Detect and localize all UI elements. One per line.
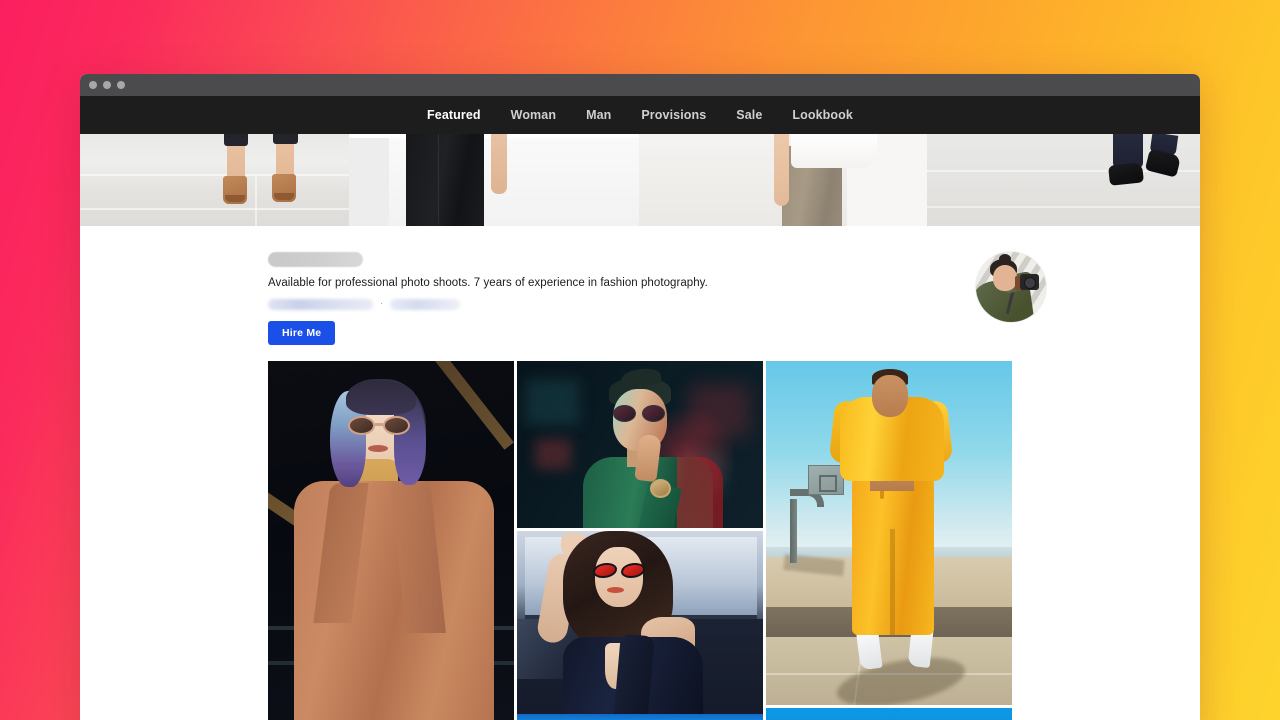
- hero-banner-strip: [80, 134, 1200, 226]
- hair-bangs: [346, 381, 416, 415]
- wristwatch-icon: [650, 479, 671, 498]
- pant-cuff-left: [224, 134, 248, 146]
- floor-line-b: [80, 208, 349, 210]
- red-sunglasses-icon: [593, 563, 645, 580]
- profile-meta-row: ·: [268, 298, 1012, 310]
- browser-window: Featured Woman Man Provisions Sale Lookb…: [80, 74, 1200, 720]
- browser-titlebar: [80, 74, 1200, 96]
- hero-image-1[interactable]: [80, 134, 349, 226]
- pant-cuff-right: [273, 134, 298, 144]
- gallery-column-1: [268, 361, 514, 720]
- sandal-right: [272, 174, 296, 202]
- lens-left: [613, 405, 636, 422]
- hero-1-background: [80, 134, 349, 226]
- bokeh-red-1: [535, 439, 571, 469]
- profile-website-link-redacted[interactable]: [268, 298, 373, 310]
- gallery-column-2: [517, 361, 763, 720]
- nav-item-woman[interactable]: Woman: [496, 96, 571, 134]
- hero-image-3[interactable]: [639, 134, 927, 226]
- gallery-photo-yellow-tracksuit[interactable]: [766, 361, 1012, 705]
- lens-right: [642, 405, 665, 422]
- hero-image-4[interactable]: [927, 134, 1200, 226]
- model-arm: [491, 134, 507, 194]
- profile-content: Available for professional photo shoots.…: [268, 252, 1046, 345]
- sunglasses-icon: [348, 416, 410, 435]
- window-minimize-dot[interactable]: [103, 81, 111, 89]
- avatar-head: [993, 265, 1017, 291]
- gallery-photo-red-sunglasses-woman[interactable]: [517, 531, 763, 720]
- gallery-photo-coat-woman[interactable]: [268, 361, 514, 720]
- floor-line-b: [927, 206, 1200, 208]
- floor-line-v: [255, 174, 257, 226]
- nav-item-featured[interactable]: Featured: [412, 96, 496, 134]
- gallery-photo-blue-banner[interactable]: [766, 708, 1012, 720]
- lens-left: [348, 416, 375, 435]
- nav-item-sale[interactable]: Sale: [721, 96, 777, 134]
- nav-item-lookbook[interactable]: Lookbook: [777, 96, 868, 134]
- nav-item-man[interactable]: Man: [571, 96, 626, 134]
- face: [872, 375, 908, 417]
- lens-right: [621, 563, 645, 578]
- profile-name-redacted: [268, 252, 363, 267]
- profile-section: Available for professional photo shoots.…: [80, 226, 1200, 361]
- gallery-photo-neon-man[interactable]: [517, 361, 763, 528]
- shirt-red-light: [677, 457, 723, 528]
- pants-inseam: [890, 529, 895, 635]
- lens-bridge: [375, 423, 383, 426]
- basketball-hoop-pole: [790, 499, 797, 563]
- page-background: Featured Woman Man Provisions Sale Lookb…: [0, 0, 1280, 720]
- hero-image-2[interactable]: [349, 134, 639, 226]
- bottom-blue-strip: [517, 714, 763, 720]
- lens-left: [593, 563, 617, 578]
- avatar-hair-bun: [999, 254, 1011, 264]
- floor-line-a: [80, 174, 349, 176]
- hero-2-wall: [349, 134, 389, 226]
- trouser-seam: [438, 134, 440, 226]
- black-shoe-left: [1108, 162, 1144, 186]
- lips: [607, 587, 624, 593]
- meta-separator: ·: [380, 298, 384, 310]
- site-navigation: Featured Woman Man Provisions Sale Lookb…: [80, 96, 1200, 134]
- profile-location-redacted[interactable]: [390, 298, 461, 310]
- sunglasses-icon: [613, 405, 665, 422]
- white-top: [791, 134, 877, 168]
- model-arm: [774, 134, 789, 206]
- basketball-backboard-icon: [808, 465, 844, 495]
- lips: [368, 445, 388, 452]
- window-maximize-dot[interactable]: [117, 81, 125, 89]
- profile-bio: Available for professional photo shoots.…: [268, 277, 708, 289]
- photo-gallery-grid: [268, 361, 1012, 720]
- black-trousers: [406, 134, 484, 226]
- lens-right: [383, 416, 410, 435]
- camera-icon: [1020, 274, 1039, 290]
- avatar[interactable]: [976, 252, 1046, 322]
- window-close-dot[interactable]: [89, 81, 97, 89]
- gallery-column-3: [766, 361, 1012, 720]
- hire-me-button[interactable]: Hire Me: [268, 320, 336, 345]
- top-ruffle: [613, 633, 655, 720]
- nav-item-provisions[interactable]: Provisions: [626, 96, 721, 134]
- sandal-left: [223, 176, 247, 204]
- bokeh-teal-1: [525, 379, 579, 425]
